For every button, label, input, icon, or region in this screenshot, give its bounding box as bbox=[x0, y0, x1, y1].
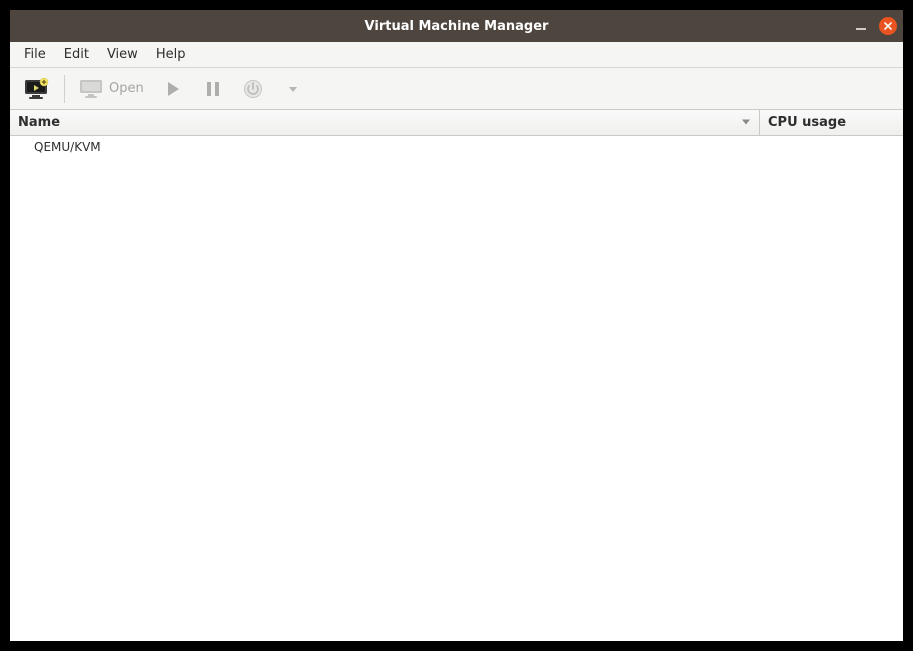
connection-row[interactable]: QEMU/KVM bbox=[10, 136, 903, 158]
close-icon bbox=[883, 21, 893, 31]
menubar: File Edit View Help bbox=[10, 42, 903, 68]
menu-help[interactable]: Help bbox=[148, 44, 194, 65]
new-vm-icon bbox=[24, 78, 50, 100]
column-cpu-header[interactable]: CPU usage bbox=[760, 110, 903, 135]
shutdown-button[interactable] bbox=[236, 73, 270, 105]
open-vm-button[interactable]: Open bbox=[73, 73, 150, 105]
monitor-icon bbox=[79, 79, 103, 99]
pause-button[interactable] bbox=[196, 73, 230, 105]
app-window: Virtual Machine Manager File Edit View H… bbox=[10, 10, 903, 641]
chevron-down-icon bbox=[288, 84, 298, 94]
toolbar-separator bbox=[64, 75, 65, 103]
vm-list[interactable]: QEMU/KVM bbox=[10, 136, 903, 641]
open-label: Open bbox=[109, 81, 144, 96]
titlebar-controls bbox=[853, 10, 897, 42]
menu-edit[interactable]: Edit bbox=[56, 44, 97, 65]
column-headers: Name CPU usage bbox=[10, 110, 903, 136]
toolbar: Open bbox=[10, 68, 903, 110]
play-icon bbox=[164, 80, 182, 98]
power-icon bbox=[243, 79, 263, 99]
sort-indicator-icon bbox=[741, 115, 751, 130]
menu-file[interactable]: File bbox=[16, 44, 54, 65]
column-name-header[interactable]: Name bbox=[10, 110, 760, 135]
close-button[interactable] bbox=[879, 17, 897, 35]
column-name-label: Name bbox=[18, 115, 60, 130]
shutdown-menu-button[interactable] bbox=[276, 73, 310, 105]
titlebar: Virtual Machine Manager bbox=[10, 10, 903, 42]
pause-icon bbox=[204, 80, 222, 98]
new-vm-button[interactable] bbox=[18, 73, 56, 105]
connection-label: QEMU/KVM bbox=[34, 140, 101, 154]
window-title: Virtual Machine Manager bbox=[365, 19, 549, 34]
minimize-button[interactable] bbox=[853, 18, 869, 34]
run-button[interactable] bbox=[156, 73, 190, 105]
column-cpu-label: CPU usage bbox=[768, 115, 846, 130]
menu-view[interactable]: View bbox=[99, 44, 146, 65]
